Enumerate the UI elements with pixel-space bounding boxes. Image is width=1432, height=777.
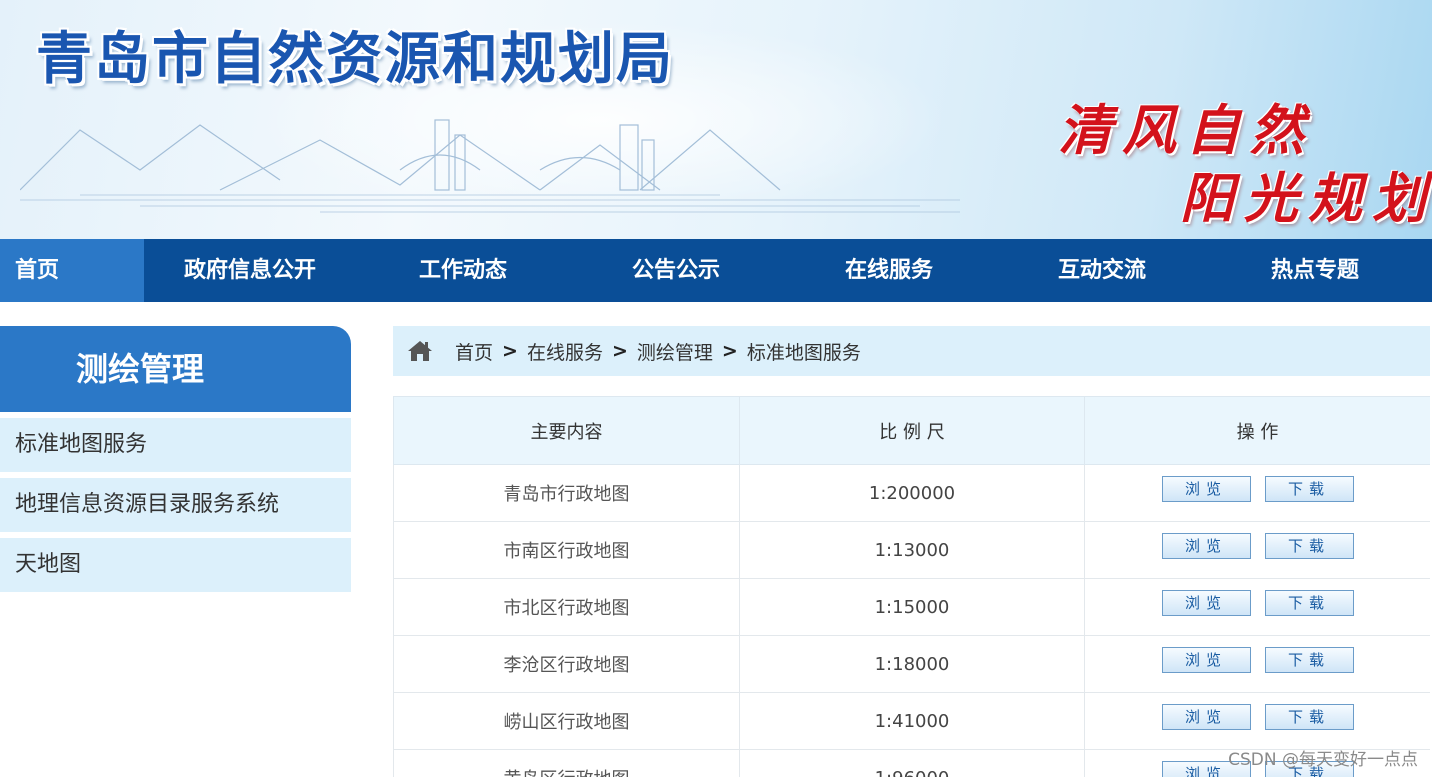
table-row: 市北区行政地图 1:15000 浏览 下载 bbox=[393, 578, 1430, 636]
browse-button[interactable]: 浏览 bbox=[1161, 476, 1251, 502]
download-button[interactable]: 下载 bbox=[1264, 704, 1354, 730]
download-button[interactable]: 下载 bbox=[1264, 476, 1354, 502]
row-actions: 浏览 下载 bbox=[1084, 578, 1430, 636]
row-actions: 浏览 下载 bbox=[1084, 635, 1430, 693]
slogan-line-2: 阳光规划 bbox=[1180, 166, 1432, 230]
sidebar-item-tianditu[interactable]: 天地图 bbox=[0, 538, 351, 592]
sidebar-title: 测绘管理 bbox=[0, 326, 351, 412]
map-name: 黄岛区行政地图 bbox=[393, 749, 740, 777]
breadcrumb-surveying[interactable]: 测绘管理 bbox=[637, 338, 713, 365]
table-row: 李沧区行政地图 1:18000 浏览 下载 bbox=[393, 635, 1430, 693]
home-icon[interactable] bbox=[407, 340, 433, 362]
map-scale: 1:96000 bbox=[739, 749, 1085, 777]
sidebar-item-geo-catalog[interactable]: 地理信息资源目录服务系统 bbox=[0, 478, 351, 532]
column-header-content: 主要内容 bbox=[393, 396, 740, 465]
table-row: 青岛市行政地图 1:200000 浏览 下载 bbox=[393, 464, 1430, 522]
breadcrumb-online-services[interactable]: 在线服务 bbox=[527, 338, 603, 365]
nav-item-home[interactable]: 首页 bbox=[0, 239, 144, 302]
csdn-watermark: CSDN @每天变好一点点 bbox=[1228, 750, 1418, 770]
breadcrumb-separator: > bbox=[611, 340, 628, 362]
row-actions: 浏览 下载 bbox=[1084, 521, 1430, 579]
site-title: 青岛市自然资源和规划局 bbox=[36, 27, 674, 92]
breadcrumb-separator: > bbox=[721, 340, 738, 362]
download-button[interactable]: 下载 bbox=[1264, 533, 1354, 559]
row-actions: 浏览 下载 bbox=[1084, 464, 1430, 522]
nav-item-announcements[interactable]: 公告公示 bbox=[570, 239, 782, 302]
map-name: 李沧区行政地图 bbox=[393, 635, 740, 693]
browse-button[interactable]: 浏览 bbox=[1161, 533, 1251, 559]
breadcrumb-home[interactable]: 首页 bbox=[455, 338, 493, 365]
map-table: 主要内容 比 例 尺 操 作 青岛市行政地图 1:200000 浏览 下载 市南区… bbox=[393, 396, 1430, 777]
column-header-actions: 操 作 bbox=[1084, 396, 1430, 465]
nav-item-work-news[interactable]: 工作动态 bbox=[356, 239, 570, 302]
map-scale: 1:13000 bbox=[739, 521, 1085, 579]
map-scale: 1:18000 bbox=[739, 635, 1085, 693]
main-nav: 首页 政府信息公开 工作动态 公告公示 在线服务 互动交流 热点专题 bbox=[0, 239, 1432, 302]
map-name: 市南区行政地图 bbox=[393, 521, 740, 579]
map-name: 市北区行政地图 bbox=[393, 578, 740, 636]
sidebar-item-standard-map[interactable]: 标准地图服务 bbox=[0, 418, 351, 472]
map-name: 崂山区行政地图 bbox=[393, 692, 740, 750]
map-scale: 1:200000 bbox=[739, 464, 1085, 522]
sidebar: 测绘管理 标准地图服务 地理信息资源目录服务系统 天地图 bbox=[0, 326, 351, 592]
download-button[interactable]: 下载 bbox=[1264, 647, 1354, 673]
table-header-row: 主要内容 比 例 尺 操 作 bbox=[393, 396, 1430, 465]
breadcrumb: 首页 > 在线服务 > 测绘管理 > 标准地图服务 bbox=[393, 326, 1430, 376]
map-name: 青岛市行政地图 bbox=[393, 464, 740, 522]
download-button[interactable]: 下载 bbox=[1264, 590, 1354, 616]
table-row: 崂山区行政地图 1:41000 浏览 下载 bbox=[393, 692, 1430, 750]
nav-item-hot-topics[interactable]: 热点专题 bbox=[1208, 239, 1422, 302]
row-actions: 浏览 下载 bbox=[1084, 692, 1430, 750]
breadcrumb-current: 标准地图服务 bbox=[746, 341, 861, 364]
column-header-scale: 比 例 尺 bbox=[739, 396, 1085, 465]
table-row: 市南区行政地图 1:13000 浏览 下载 bbox=[393, 521, 1430, 579]
map-table-container: 主要内容 比 例 尺 操 作 青岛市行政地图 1:200000 浏览 下载 市南区… bbox=[393, 396, 1430, 777]
city-skyline-illustration bbox=[20, 119, 960, 213]
nav-item-gov-info[interactable]: 政府信息公开 bbox=[144, 239, 356, 302]
nav-item-online-services[interactable]: 在线服务 bbox=[782, 239, 996, 302]
browse-button[interactable]: 浏览 bbox=[1161, 704, 1251, 730]
breadcrumb-separator: > bbox=[502, 340, 518, 362]
site-banner: 青岛市自然资源和规划局 清风自然 阳光规划 bbox=[0, 0, 1432, 239]
map-scale: 1:15000 bbox=[739, 578, 1085, 636]
browse-button[interactable]: 浏览 bbox=[1161, 590, 1251, 616]
nav-item-interaction[interactable]: 互动交流 bbox=[996, 239, 1208, 302]
browse-button[interactable]: 浏览 bbox=[1161, 647, 1251, 673]
map-scale: 1:41000 bbox=[739, 692, 1085, 750]
